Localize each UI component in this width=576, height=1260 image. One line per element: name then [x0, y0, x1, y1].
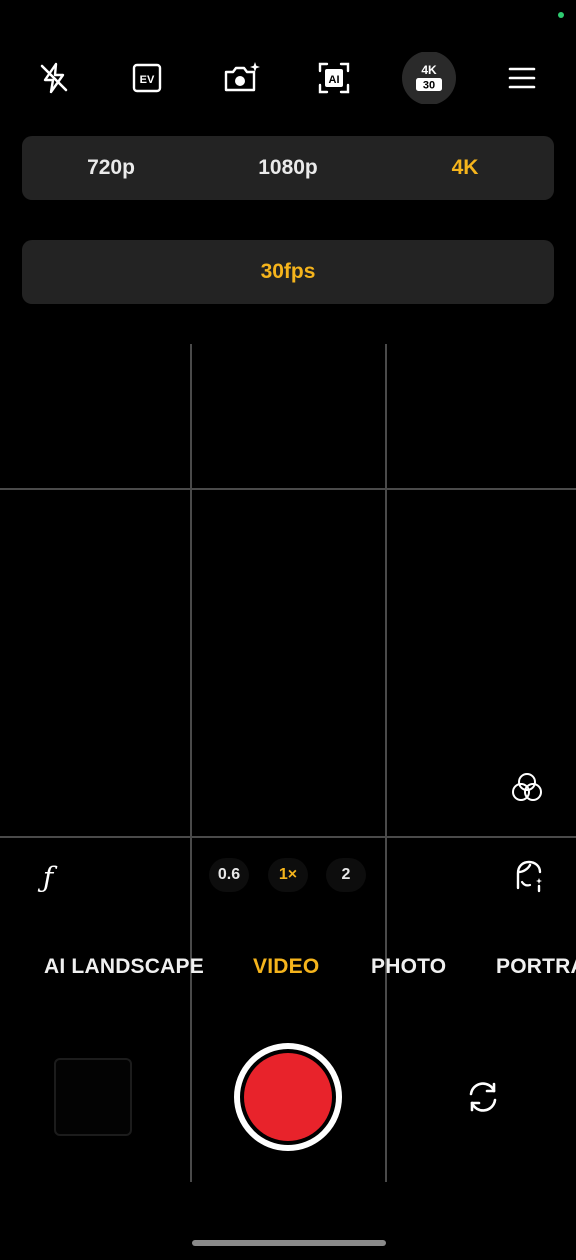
zoom-option-0-6[interactable]: 0.6 — [209, 858, 249, 892]
filter-circles-icon[interactable] — [507, 768, 547, 808]
record-button-inner — [244, 1053, 332, 1141]
resolution-option-4k[interactable]: 4K — [400, 136, 530, 200]
ev-icon: EV — [132, 63, 162, 93]
svg-text:30: 30 — [423, 80, 435, 92]
zoom-option-1x[interactable]: 1× — [268, 858, 308, 892]
gallery-thumbnail[interactable] — [54, 1058, 132, 1136]
mode-photo[interactable]: PHOTO — [371, 955, 446, 979]
svg-text:EV: EV — [140, 74, 155, 86]
record-button[interactable] — [234, 1043, 342, 1151]
mode-portrait[interactable]: PORTRA — [496, 955, 576, 979]
ev-button[interactable]: EV — [121, 52, 173, 104]
flash-off-icon[interactable] — [28, 52, 80, 104]
zoom-option-2[interactable]: 2 — [326, 858, 366, 892]
frame-rate-selector: 30fps — [22, 240, 554, 304]
resolution-selector: 720p 1080p 4K — [22, 136, 554, 200]
resolution-badge-button[interactable]: 4K 30 — [400, 52, 458, 104]
mode-ai-landscape[interactable]: AI LANDSCAPE — [44, 955, 204, 979]
ai-button[interactable]: AI — [308, 52, 360, 104]
menu-icon[interactable] — [496, 52, 548, 104]
grid-line-vertical-left — [190, 344, 192, 1182]
mode-video[interactable]: VIDEO — [253, 955, 319, 979]
status-indicator-dot — [558, 12, 564, 18]
grid-line-horizontal-bottom — [0, 836, 576, 838]
svg-text:AI: AI — [329, 74, 340, 86]
grid-line-vertical-right — [385, 344, 387, 1182]
switch-camera-icon[interactable] — [460, 1074, 506, 1120]
aperture-button[interactable]: ƒ — [30, 857, 66, 897]
resolution-option-720p[interactable]: 720p — [46, 136, 176, 200]
resolution-option-1080p[interactable]: 1080p — [223, 136, 353, 200]
top-toolbar: EV AI 4K 30 — [0, 52, 576, 104]
svg-text:4K: 4K — [421, 63, 437, 77]
grid-line-horizontal-top — [0, 488, 576, 490]
camera-sparkle-icon[interactable] — [215, 52, 267, 104]
face-retouch-icon[interactable] — [508, 855, 550, 897]
ai-icon: AI — [318, 62, 350, 94]
home-indicator[interactable] — [192, 1240, 386, 1246]
frame-rate-option-30fps[interactable]: 30fps — [261, 260, 316, 284]
resolution-badge-icon: 4K 30 — [402, 52, 456, 104]
